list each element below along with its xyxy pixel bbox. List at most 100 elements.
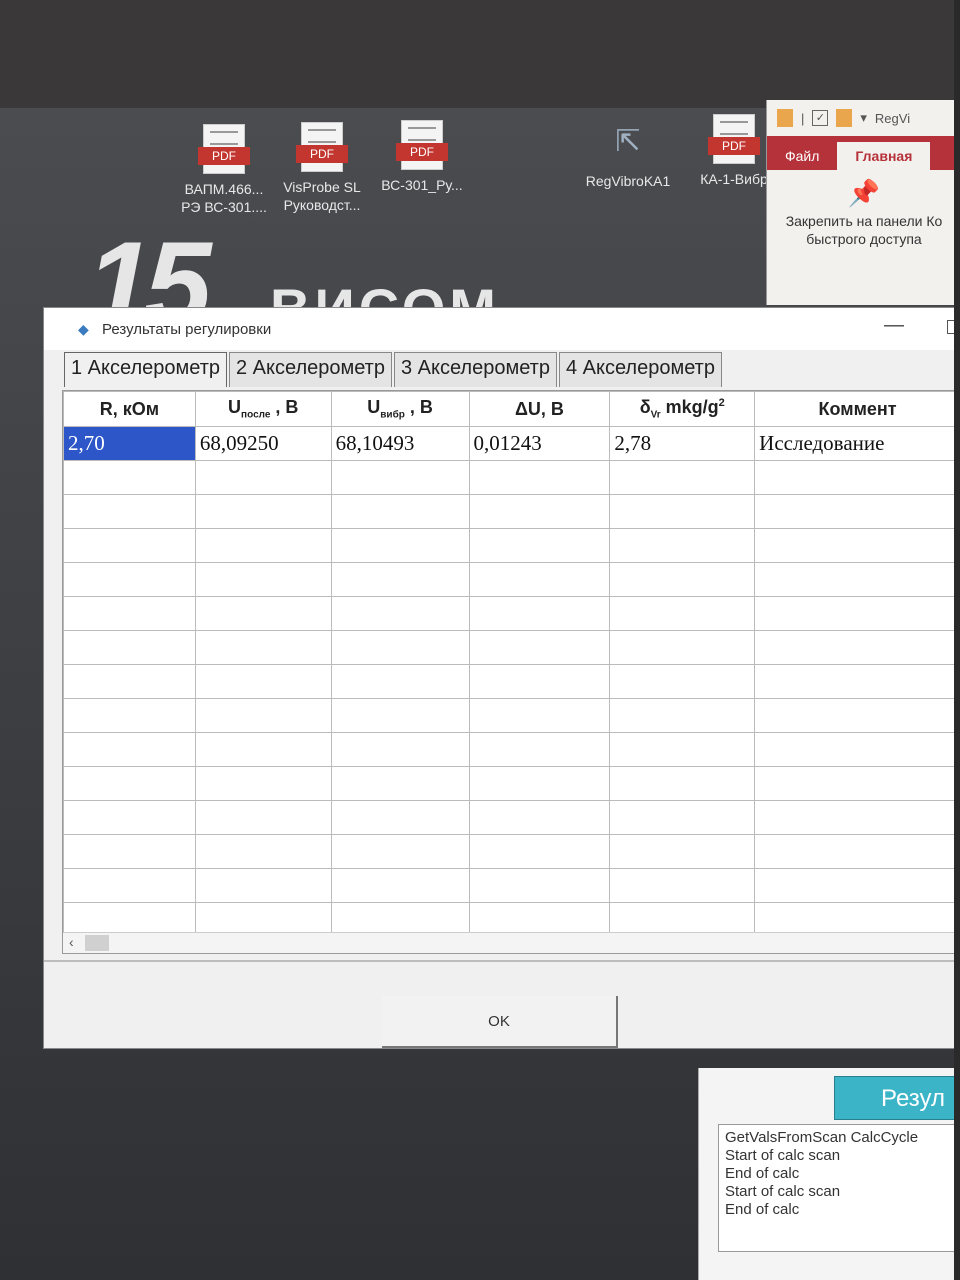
table-cell-empty[interactable] [330, 766, 470, 801]
table-cell-empty[interactable] [330, 562, 470, 597]
desktop-icon-pdf-1[interactable]: PDF ВАПМ.466... РЭ ВС-301.... [174, 124, 274, 216]
table-cell-empty[interactable] [609, 664, 756, 699]
cell-r[interactable]: 2,70 [63, 426, 196, 461]
table-cell-empty[interactable] [194, 562, 332, 597]
table-cell-empty[interactable] [194, 868, 332, 903]
desktop-icon-pdf-2[interactable]: PDF VisProbe SL Руководст... [272, 122, 372, 214]
table-cell-empty[interactable] [330, 630, 470, 665]
properties-icon[interactable]: ✓ [812, 110, 829, 126]
table-cell-empty[interactable] [609, 800, 756, 835]
table-cell-empty[interactable] [63, 494, 196, 529]
table-cell-empty[interactable] [609, 562, 756, 597]
table-cell-empty[interactable] [330, 698, 470, 733]
table-cell-empty[interactable] [330, 868, 470, 903]
tab-accelerometer-4[interactable]: 4 Акселерометр [558, 352, 722, 387]
table-cell-empty[interactable] [194, 494, 332, 529]
table-cell-empty[interactable] [63, 698, 196, 733]
table-cell-empty[interactable] [468, 664, 611, 699]
dialog-titlebar[interactable]: ◆ Результаты регулировки — [44, 308, 960, 350]
column-header-delta-vr[interactable]: δVr mkg/g2 [609, 391, 756, 427]
table-cell-empty[interactable] [609, 868, 756, 903]
table-cell-empty[interactable] [468, 562, 611, 597]
table-cell-empty[interactable] [194, 460, 332, 495]
table-cell-empty[interactable] [194, 834, 332, 869]
table-cell-empty[interactable] [63, 596, 196, 631]
new-folder-icon[interactable] [836, 109, 853, 127]
results-grid[interactable]: R, кОм Uпосле , В Uвибр , В ΔU, В δVr mk… [62, 390, 960, 954]
table-cell-empty[interactable] [468, 868, 611, 903]
table-cell-empty[interactable] [330, 834, 470, 869]
column-header-comment[interactable]: Коммент [754, 391, 960, 427]
folder-icon[interactable] [777, 109, 793, 127]
table-cell-empty[interactable] [468, 494, 611, 529]
table-cell-empty[interactable] [468, 732, 611, 767]
table-cell-empty[interactable] [468, 834, 611, 869]
table-cell-empty[interactable] [194, 732, 332, 767]
table-cell-empty[interactable] [63, 664, 196, 699]
table-cell-empty[interactable] [609, 698, 756, 733]
table-cell-empty[interactable] [468, 630, 611, 665]
table-cell-empty[interactable] [63, 528, 196, 563]
results-button[interactable]: Резул [834, 1076, 960, 1120]
table-cell-empty[interactable] [330, 596, 470, 631]
table-cell-empty[interactable] [468, 528, 611, 563]
scrollbar-thumb[interactable] [85, 935, 109, 951]
table-cell-empty[interactable] [468, 800, 611, 835]
minimize-icon[interactable]: — [884, 314, 904, 337]
table-cell-empty[interactable] [468, 460, 611, 495]
log-textbox[interactable]: GetValsFromScan CalcCycle Start of calc … [718, 1124, 960, 1252]
table-cell-empty[interactable] [330, 528, 470, 563]
table-cell-empty[interactable] [330, 460, 470, 495]
cell-u-vibr[interactable]: 68,10493 [330, 426, 470, 461]
column-header-r[interactable]: R, кОм [63, 391, 196, 427]
table-cell-empty[interactable] [754, 800, 960, 835]
tab-accelerometer-1[interactable]: 1 Акселерометр [64, 352, 227, 387]
table-cell-empty[interactable] [754, 698, 960, 733]
table-cell-empty[interactable] [194, 698, 332, 733]
table-cell-empty[interactable] [330, 664, 470, 699]
horizontal-scrollbar[interactable]: ‹ [63, 932, 960, 953]
tab-accelerometer-3[interactable]: 3 Акселерометр [393, 352, 557, 387]
table-cell-empty[interactable] [194, 630, 332, 665]
cell-delta-vr[interactable]: 2,78 [609, 426, 756, 461]
column-header-u-after[interactable]: Uпосле , В [194, 391, 332, 427]
table-cell-empty[interactable] [194, 596, 332, 631]
table-cell-empty[interactable] [754, 766, 960, 801]
table-cell-empty[interactable] [194, 664, 332, 699]
table-cell-empty[interactable] [194, 800, 332, 835]
table-cell-empty[interactable] [609, 766, 756, 801]
table-cell-empty[interactable] [330, 494, 470, 529]
table-cell-empty[interactable] [63, 562, 196, 597]
cell-delta-u[interactable]: 0,01243 [468, 426, 611, 461]
scroll-left-icon[interactable]: ‹ [69, 934, 74, 950]
table-cell-empty[interactable] [754, 528, 960, 563]
table-cell-empty[interactable] [754, 630, 960, 665]
table-cell-empty[interactable] [609, 528, 756, 563]
table-cell-empty[interactable] [754, 664, 960, 699]
table-cell-empty[interactable] [609, 732, 756, 767]
tab-home[interactable]: Главная [837, 142, 931, 170]
table-cell-empty[interactable] [754, 868, 960, 903]
table-cell-empty[interactable] [609, 630, 756, 665]
ok-button[interactable]: OK [382, 996, 618, 1048]
table-cell-empty[interactable] [468, 596, 611, 631]
table-cell-empty[interactable] [609, 494, 756, 529]
table-cell-empty[interactable] [609, 460, 756, 495]
cell-comment[interactable]: Исследование [754, 426, 960, 461]
table-cell-empty[interactable] [63, 766, 196, 801]
table-cell-empty[interactable] [609, 596, 756, 631]
table-cell-empty[interactable] [754, 460, 960, 495]
desktop-icon-regvibro[interactable]: ⇱ RegVibroKA1 [578, 118, 678, 190]
desktop-icon-pdf-3[interactable]: PDF ВС-301_Ру... [372, 120, 472, 194]
table-cell-empty[interactable] [468, 698, 611, 733]
table-cell-empty[interactable] [63, 630, 196, 665]
table-cell-empty[interactable] [63, 834, 196, 869]
chevron-down-icon[interactable]: ▾ [860, 110, 867, 126]
column-header-u-vibr[interactable]: Uвибр , В [330, 391, 470, 427]
column-header-delta-u[interactable]: ΔU, В [468, 391, 611, 427]
table-cell-empty[interactable] [63, 460, 196, 495]
table-cell-empty[interactable] [754, 494, 960, 529]
table-cell-empty[interactable] [754, 562, 960, 597]
tab-accelerometer-2[interactable]: 2 Акселерометр [228, 352, 392, 387]
table-cell-empty[interactable] [330, 800, 470, 835]
